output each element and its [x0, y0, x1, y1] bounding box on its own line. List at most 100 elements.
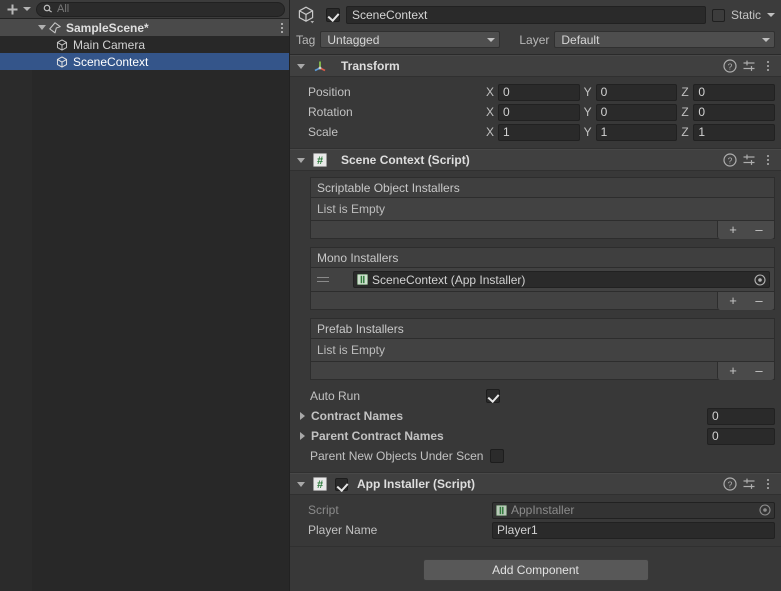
help-icon[interactable]: ?	[723, 59, 737, 73]
list-empty-message: List is Empty	[317, 202, 386, 216]
rotation-x-value: 0	[503, 105, 510, 119]
list-footer: + –	[310, 291, 775, 310]
component-context-menu-button[interactable]	[761, 153, 775, 167]
preset-settings-icon[interactable]	[742, 153, 756, 167]
scale-z-input[interactable]: 1	[693, 123, 776, 141]
scale-y-input[interactable]: 1	[595, 123, 678, 141]
property-row-rotation: Rotation X0 Y0 Z0	[296, 102, 776, 122]
list-header-label: Prefab Installers	[317, 321, 404, 336]
position-z-input[interactable]: 0	[693, 83, 776, 101]
list-body: List is Empty	[310, 197, 775, 221]
hierarchy-row-samplescene[interactable]: SampleScene*	[0, 19, 289, 36]
transform-axis-icon	[314, 61, 326, 72]
list-add-button[interactable]: +	[720, 292, 746, 310]
scene-context-foldout-toggle[interactable]	[294, 157, 307, 163]
app-installer-enabled-checkbox[interactable]	[335, 477, 348, 491]
static-checkbox[interactable]	[711, 8, 725, 22]
hierarchy-row-main-camera[interactable]: Main Camera	[0, 36, 289, 53]
svg-text:#: #	[317, 479, 323, 491]
kebab-menu-icon	[767, 479, 769, 489]
cs-script-icon: #	[313, 153, 327, 167]
object-picker-icon[interactable]	[754, 273, 766, 286]
parent-new-objects-checkbox[interactable]	[490, 449, 504, 463]
svg-text:?: ?	[728, 155, 733, 165]
chevron-down-icon[interactable]	[23, 7, 31, 11]
rotation-x: X0	[486, 103, 580, 121]
chevron-down-icon	[296, 157, 305, 163]
component-title: App Installer (Script)	[357, 477, 476, 491]
component-header-transform[interactable]: Transform ?	[290, 55, 781, 77]
position-x: X0	[486, 83, 580, 101]
rotation-z-input[interactable]: 0	[693, 103, 776, 121]
list-remove-button[interactable]: –	[746, 221, 772, 239]
add-component-button[interactable]: Add Component	[422, 559, 649, 581]
script-asset-icon	[496, 504, 507, 516]
contract-names-size-input[interactable]: 0	[707, 407, 775, 425]
player-name-label: Player Name	[308, 523, 378, 537]
drag-handle-icon[interactable]	[317, 277, 331, 282]
add-gameobject-button[interactable]	[4, 2, 20, 17]
add-component-area: Add Component	[290, 547, 781, 591]
axis-label-x: X	[486, 85, 495, 99]
auto-run-checkbox[interactable]	[486, 389, 500, 403]
transform-foldout-toggle[interactable]	[294, 63, 307, 69]
unity-scene-icon	[49, 21, 61, 33]
list-remove-button[interactable]: –	[746, 292, 772, 310]
position-x-input[interactable]: 0	[498, 83, 580, 101]
chevron-down-icon	[296, 481, 305, 487]
search-input[interactable]: All	[36, 1, 285, 17]
axis-label-x: X	[486, 105, 495, 119]
list-footer-buttons: + –	[717, 291, 774, 310]
tag-dropdown[interactable]: Untagged	[320, 31, 501, 48]
mono-installer-value: SceneContext (App Installer)	[372, 272, 526, 287]
scale-x-input[interactable]: 1	[498, 123, 580, 141]
position-y-input[interactable]: 0	[595, 83, 678, 101]
app-installer-foldout-toggle[interactable]	[294, 481, 307, 487]
mono-installer-object-field[interactable]: SceneContext (App Installer)	[353, 271, 770, 288]
hierarchy-row-label: Main Camera	[73, 37, 146, 52]
script-asset-icon	[357, 274, 368, 285]
svg-text:#: #	[317, 155, 323, 167]
position-y: Y0	[584, 83, 678, 101]
parent-contract-names-size-input[interactable]: 0	[707, 427, 775, 445]
preset-settings-icon[interactable]	[742, 59, 756, 73]
component-transform: Transform ? Position X 0 Y 0 Z 0 Rotatio…	[290, 55, 781, 149]
preset-settings-icon[interactable]	[742, 477, 756, 491]
chevron-down-icon	[37, 25, 46, 30]
rotation-x-input[interactable]: 0	[498, 103, 580, 121]
rotation-y-input[interactable]: 0	[595, 103, 678, 121]
list-remove-button[interactable]: –	[746, 362, 772, 380]
static-dropdown-chevron-down-icon[interactable]	[767, 13, 775, 17]
chevron-down-icon	[762, 37, 770, 42]
hierarchy-row-label: SampleScene*	[66, 20, 149, 35]
gameobject-enabled-checkbox[interactable]	[326, 8, 340, 22]
hierarchy-row-label: SceneContext	[73, 54, 149, 69]
help-icon[interactable]: ?	[723, 153, 737, 167]
tag-label: Tag	[296, 32, 316, 47]
axis-label-z: Z	[681, 105, 689, 119]
hierarchy-row-scenecontext[interactable]: SceneContext	[0, 53, 289, 70]
player-name-input[interactable]: Player1	[492, 521, 775, 539]
list-add-button[interactable]: +	[720, 221, 746, 239]
list-add-button[interactable]: +	[720, 362, 746, 380]
gameobject-cube-icon	[298, 6, 315, 24]
list-item[interactable]: SceneContext (App Installer)	[311, 268, 774, 291]
component-header-app-installer[interactable]: # App Installer (Script) ?	[290, 473, 781, 495]
chevron-down-icon	[487, 37, 496, 42]
scene-context-menu-button[interactable]	[281, 19, 283, 36]
layer-dropdown[interactable]: Default	[554, 31, 775, 48]
gameobject-name-input[interactable]: SceneContext	[346, 6, 706, 24]
hierarchy-panel: All SampleScene* Main Camera SceneContex…	[0, 0, 290, 591]
scene-foldout-toggle[interactable]	[35, 25, 48, 30]
contract-names-foldout-toggle[interactable]	[296, 412, 309, 420]
property-row-script: Script AppInstaller	[296, 500, 775, 520]
component-header-scene-context[interactable]: # Scene Context (Script) ?	[290, 149, 781, 171]
component-context-menu-button[interactable]	[761, 59, 775, 73]
position-y-value: 0	[600, 85, 608, 99]
list-footer: + –	[310, 361, 775, 380]
help-icon[interactable]: ?	[723, 477, 737, 491]
search-placeholder: All	[57, 3, 70, 15]
parent-contract-names-foldout-toggle[interactable]	[296, 432, 309, 440]
component-context-menu-button[interactable]	[761, 477, 775, 491]
component-app-installer: # App Installer (Script) ? Script AppIns…	[290, 473, 781, 547]
